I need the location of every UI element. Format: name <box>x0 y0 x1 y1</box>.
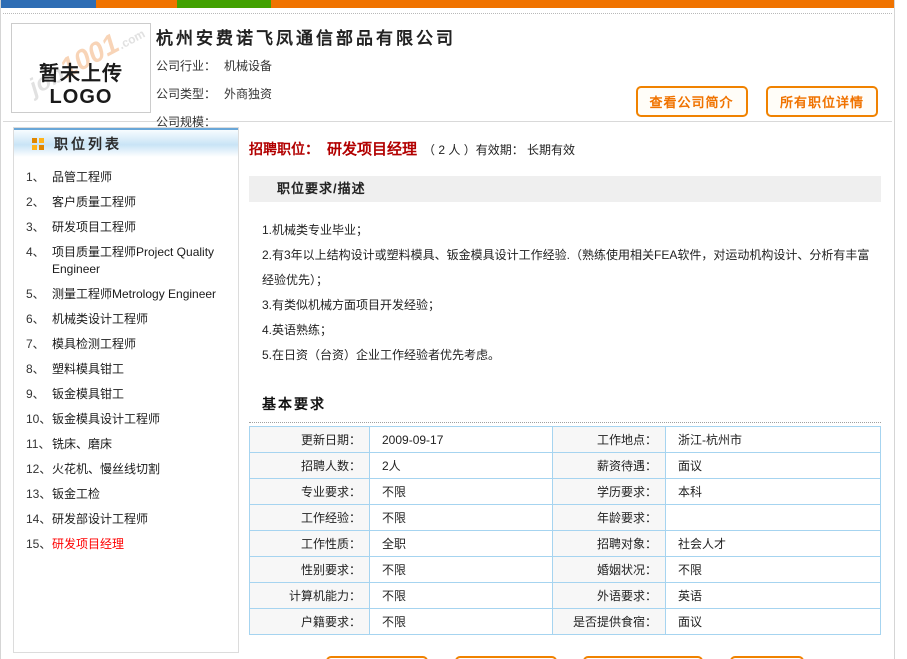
table-row: 性别要求：不限 婚姻状况：不限 <box>250 557 881 583</box>
grid-icon <box>32 138 44 150</box>
job-list: 1、品管工程师 2、客户质量工程师 3、研发项目工程师 4、项目质量工程师Pro… <box>14 157 238 553</box>
basic-requirements-header: 基本要求 <box>249 394 881 423</box>
table-row: 户籍要求：不限 是否提供食宿：面议 <box>250 609 881 635</box>
basic-requirements-table: 更新日期：2009-09-17 工作地点：浙江-杭州市 招聘人数：2人 薪资待遇… <box>249 426 881 635</box>
job-title-line: 招聘职位： 研发项目经理 （ 2 人 ）有效期： 长期有效 <box>249 127 881 159</box>
sidebar-job-item-1[interactable]: 1、品管工程师 <box>22 169 232 186</box>
sidebar-job-item-9[interactable]: 9、钣金模具钳工 <box>22 386 232 403</box>
company-logo-placeholder: job1001.com 暂未上传LOGO <box>11 23 151 113</box>
no-logo-text: 暂未上传LOGO <box>12 57 150 109</box>
sidebar-job-item-2[interactable]: 2、客户质量工程师 <box>22 194 232 211</box>
desc-line-1: 1.机械类专业毕业； <box>262 218 875 243</box>
company-industry-field: 公司行业：机械设备 <box>156 57 894 74</box>
job-title: 研发项目经理 <box>327 141 417 158</box>
all-jobs-detail-button[interactable]: 所有职位详情 <box>766 86 878 117</box>
job-description: 1.机械类专业毕业； 2.有3年以上结构设计或塑料模具、钣金模具设计工作经验.（… <box>249 202 881 368</box>
topbar-orange-segment-long <box>271 0 894 8</box>
job-detail-main: 招聘职位： 研发项目经理 （ 2 人 ）有效期： 长期有效 职位要求/描述 1.机械… <box>249 127 881 653</box>
desc-line-2: 2.有3年以上结构设计或塑料模具、钣金模具设计工作经验.（熟练使用相关FEA软件… <box>262 243 875 293</box>
table-row: 专业要求：不限 学历要求：本科 <box>250 479 881 505</box>
table-row: 计算机能力：不限 外语要求：英语 <box>250 583 881 609</box>
company-name: 杭州安费诺飞凤通信部品有限公司 <box>156 24 894 49</box>
sidebar-job-item-13[interactable]: 13、钣金工检 <box>22 486 232 503</box>
sidebar-job-item-8[interactable]: 8、塑料模具钳工 <box>22 361 232 378</box>
sidebar-job-item-3[interactable]: 3、研发项目工程师 <box>22 219 232 236</box>
sidebar-job-item-5[interactable]: 5、测量工程师Metrology Engineer <box>22 286 232 303</box>
top-color-bar <box>1 0 894 8</box>
job-description-header: 职位要求/描述 <box>249 176 881 202</box>
view-company-profile-button[interactable]: 查看公司简介 <box>636 86 748 117</box>
content: 职位列表 1、品管工程师 2、客户质量工程师 3、研发项目工程师 4、项目质量工… <box>1 122 894 653</box>
job-list-sidebar: 职位列表 1、品管工程师 2、客户质量工程师 3、研发项目工程师 4、项目质量工… <box>13 127 239 653</box>
desc-line-3: 3.有类似机械方面项目开发经验； <box>262 293 875 318</box>
sidebar-job-item-12[interactable]: 12、火花机、慢丝线切割 <box>22 461 232 478</box>
desc-line-4: 4.英语熟练； <box>262 318 875 343</box>
table-row: 更新日期：2009-09-17 工作地点：浙江-杭州市 <box>250 427 881 453</box>
job-list-title: 职位列表 <box>54 134 122 154</box>
company-header: job1001.com 暂未上传LOGO 杭州安费诺飞凤通信部品有限公司 公司行… <box>1 14 894 121</box>
sidebar-job-item-11[interactable]: 11、铣床、磨床 <box>22 436 232 453</box>
header-buttons: 查看公司简介 所有职位详情 <box>622 86 878 117</box>
topbar-blue-segment <box>1 0 96 8</box>
job-label: 招聘职位： <box>249 141 319 157</box>
sidebar-job-item-10[interactable]: 10、钣金模具设计工程师 <box>22 411 232 428</box>
sidebar-job-item-7[interactable]: 7、模具检测工程师 <box>22 336 232 353</box>
table-row: 工作经验：不限 年龄要求： <box>250 505 881 531</box>
table-row: 招聘人数：2人 薪资待遇：面议 <box>250 453 881 479</box>
topbar-orange-segment <box>96 0 177 8</box>
job-meta: （ 2 人 ）有效期： 长期有效 <box>423 143 575 157</box>
page: job1001.com 暂未上传LOGO 杭州安费诺飞凤通信部品有限公司 公司行… <box>0 0 895 659</box>
topbar-green-segment <box>177 0 271 8</box>
table-row: 工作性质：全职 招聘对象：社会人才 <box>250 531 881 557</box>
sidebar-job-item-4[interactable]: 4、项目质量工程师Project Quality Engineer <box>22 244 232 278</box>
sidebar-job-item-15-current[interactable]: 15、研发项目经理 <box>22 536 232 553</box>
job-list-header: 职位列表 <box>14 128 238 157</box>
desc-line-5: 5.在日资（台资）企业工作经验者优先考虑。 <box>262 343 875 368</box>
sidebar-job-item-14[interactable]: 14、研发部设计工程师 <box>22 511 232 528</box>
sidebar-job-item-6[interactable]: 6、机械类设计工程师 <box>22 311 232 328</box>
